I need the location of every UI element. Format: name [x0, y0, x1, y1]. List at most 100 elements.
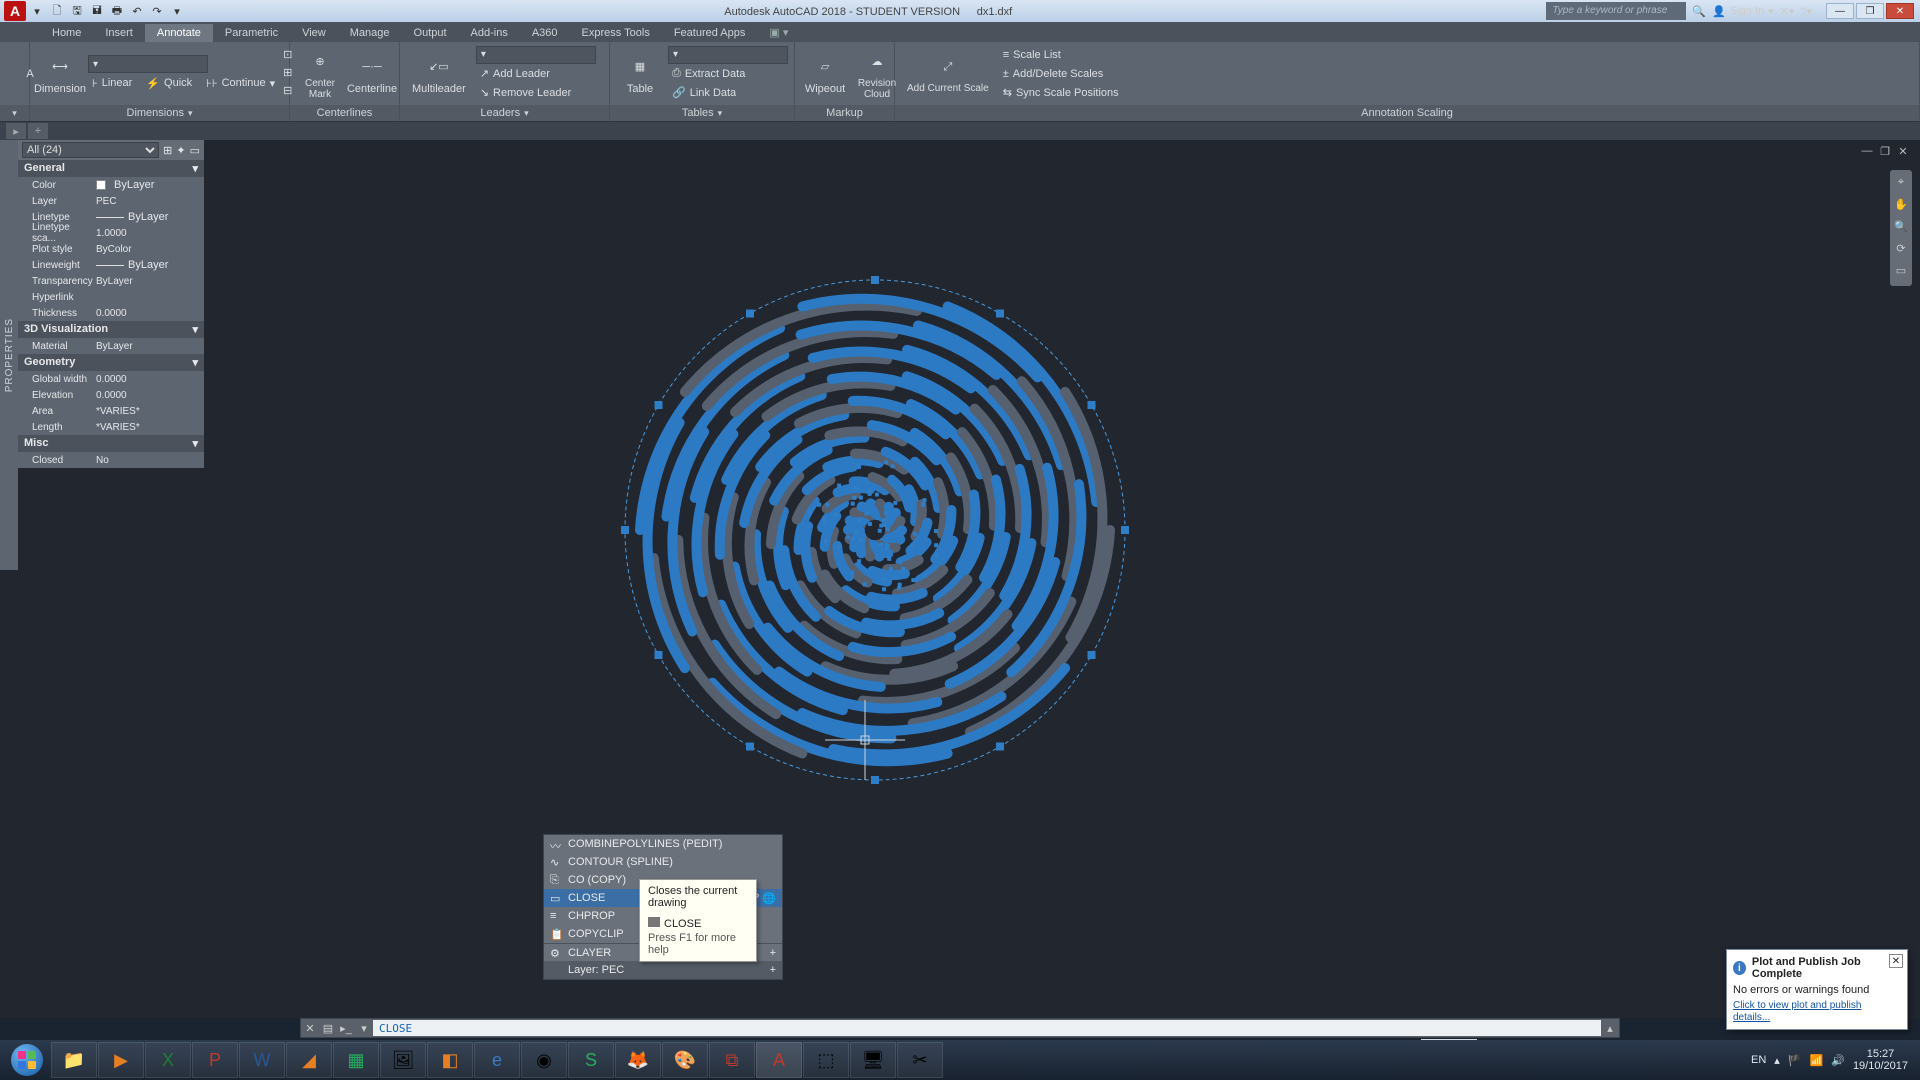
cmd-close-icon[interactable]: ✕ — [301, 1019, 319, 1037]
taskbar-firefox[interactable]: 🦊 — [615, 1042, 661, 1078]
prop-layer-value[interactable]: PEC — [96, 196, 204, 207]
section-geometry[interactable]: Geometry▾ — [18, 354, 204, 371]
prop-closed-value[interactable]: No — [96, 455, 204, 466]
ac-layer-hint[interactable]: Layer: PEC+ — [544, 961, 782, 979]
search-icon[interactable]: 🔍 — [1692, 5, 1706, 18]
taskbar-pdf[interactable]: ⧉ — [709, 1042, 755, 1078]
extract-data-button[interactable]: ⎙Extract Data — [668, 65, 788, 83]
start-button[interactable] — [4, 1042, 50, 1078]
window-maximize-button[interactable]: ❐ — [1856, 3, 1884, 19]
mleaderstyle-dropdown[interactable]: ▾ — [476, 46, 596, 64]
taskbar-media[interactable]: ▶ — [98, 1042, 144, 1078]
ac-item[interactable]: ∿CONTOUR (SPLINE) — [544, 853, 782, 871]
notification-close-button[interactable]: ✕ — [1889, 954, 1903, 968]
remove-leader-button[interactable]: ↘Remove Leader — [476, 84, 596, 102]
taskbar-excel[interactable]: X — [145, 1042, 191, 1078]
cmd-recent-icon[interactable]: ▾ — [355, 1019, 373, 1037]
taskbar-powerpoint[interactable]: P — [192, 1042, 238, 1078]
window-minimize-button[interactable]: — — [1826, 3, 1854, 19]
selection-filter-dropdown[interactable]: All (24) — [22, 142, 159, 158]
prop-elev-value[interactable]: 0.0000 — [96, 390, 204, 401]
taskbar-app6[interactable]: 🖥 — [850, 1042, 896, 1078]
taskbar-explorer[interactable]: 📁 — [51, 1042, 97, 1078]
center-mark-button[interactable]: ⊕Center Mark — [296, 46, 344, 102]
dimstyle-dropdown[interactable]: ▾ — [88, 55, 208, 73]
tablestyle-dropdown[interactable]: ▾ — [668, 46, 788, 64]
taskbar-snip[interactable]: ✂ — [897, 1042, 943, 1078]
qat-saveas-icon[interactable]: 🖬 — [88, 2, 106, 20]
link-data-button[interactable]: 🔗Link Data — [668, 84, 788, 102]
selectobjects-icon[interactable]: ▭ — [190, 144, 200, 157]
nav-showmotion-icon[interactable]: ▭ — [1893, 264, 1909, 280]
nav-pan-icon[interactable]: ✋ — [1893, 198, 1909, 214]
quick-button[interactable]: ⚡Quick — [142, 74, 196, 92]
sign-in-button[interactable]: 👤Sign In▾ — [1712, 5, 1773, 18]
taskbar-paint[interactable]: 🎨 — [662, 1042, 708, 1078]
add-current-scale-button[interactable]: ⤢Add Current Scale — [901, 51, 995, 96]
viewport-maximize-button[interactable]: ❐ — [1878, 144, 1892, 158]
tray-flag-icon[interactable]: 🏴 — [1788, 1054, 1802, 1067]
qat-plot-icon[interactable]: 🖶 — [108, 2, 126, 20]
section-general[interactable]: General▾ — [18, 160, 204, 177]
taskbar-app3[interactable]: ◧ — [427, 1042, 473, 1078]
drawing-canvas[interactable]: — ❐ ✕ ⌖ ✋ 🔍 ⟳ ▭ 〰COMBINEPOLYLIN — [205, 140, 1916, 1018]
qat-more-icon[interactable]: ▾ — [168, 2, 186, 20]
tab-insert[interactable]: Insert — [93, 24, 145, 42]
properties-palette-tab[interactable]: PROPERTIES — [0, 140, 18, 570]
prop-linetype-value[interactable]: ByLayer — [96, 211, 204, 223]
cmd-history-icon[interactable]: ▴ — [1601, 1019, 1619, 1037]
tab-output[interactable]: Output — [402, 24, 459, 42]
taskbar-autocad[interactable]: A — [756, 1042, 802, 1078]
tab-home[interactable]: Home — [40, 24, 93, 42]
prop-color-value[interactable]: ByLayer — [96, 179, 204, 191]
tab-view[interactable]: View — [290, 24, 338, 42]
prop-length-value[interactable]: *VARIES* — [96, 422, 204, 433]
tab-addins[interactable]: Add-ins — [459, 24, 520, 42]
prop-transp-value[interactable]: ByLayer — [96, 276, 204, 287]
prop-area-value[interactable]: *VARIES* — [96, 406, 204, 417]
taskbar-ie[interactable]: e — [474, 1042, 520, 1078]
prop-ltscale-value[interactable]: 1.0000 — [96, 228, 204, 239]
multileader-button[interactable]: ↙▭Multileader — [406, 51, 472, 97]
ac-globe-icon[interactable]: 🌐 — [762, 892, 776, 905]
prop-thickness-value[interactable]: 0.0000 — [96, 308, 204, 319]
tab-annotate[interactable]: Annotate — [145, 24, 213, 42]
tray-clock[interactable]: 15:27 19/10/2017 — [1853, 1048, 1908, 1072]
tray-network-icon[interactable]: 📶 — [1810, 1054, 1824, 1067]
nav-zoom-icon[interactable]: 🔍 — [1893, 220, 1909, 236]
prop-plotstyle-value[interactable]: ByColor — [96, 244, 204, 255]
centerline-button[interactable]: ─·─Centerline — [348, 51, 396, 97]
sync-scales-button[interactable]: ⇆Sync Scale Positions — [999, 84, 1123, 102]
add-leader-button[interactable]: ↗Add Leader — [476, 65, 596, 83]
tab-featured[interactable]: Featured Apps — [662, 24, 758, 42]
taskbar-chrome[interactable]: ◉ — [521, 1042, 567, 1078]
qat-save-icon[interactable]: 🖫 — [68, 2, 86, 20]
tab-a360[interactable]: A360 — [520, 24, 570, 42]
taskbar-word[interactable]: W — [239, 1042, 285, 1078]
tray-chevron-icon[interactable]: ▴ — [1774, 1054, 1780, 1067]
help-search-input[interactable]: Type a keyword or phrase — [1546, 2, 1686, 20]
qat-redo-icon[interactable]: ↷ — [148, 2, 166, 20]
scale-list-button[interactable]: ≡Scale List — [999, 46, 1123, 64]
tray-volume-icon[interactable]: 🔊 — [1831, 1054, 1845, 1067]
viewport-minimize-button[interactable]: — — [1860, 144, 1874, 158]
taskbar-matlab[interactable]: ◢ — [286, 1042, 332, 1078]
taskbar-app2[interactable]: 🖼 — [380, 1042, 426, 1078]
qat-new-icon[interactable]: ▾ — [28, 2, 46, 20]
taskbar-app5[interactable]: ⬚ — [803, 1042, 849, 1078]
wipeout-button[interactable]: ▱Wipeout — [801, 51, 849, 97]
exchange-icon[interactable]: ✕▾ — [1780, 5, 1795, 18]
cmd-customize-icon[interactable]: ▤ — [319, 1019, 337, 1037]
prop-material-value[interactable]: ByLayer — [96, 341, 204, 352]
tab-parametric[interactable]: Parametric — [213, 24, 290, 42]
linear-button[interactable]: ⊦Linear — [88, 74, 136, 92]
nav-fullnav-icon[interactable]: ⌖ — [1893, 176, 1909, 192]
section-misc[interactable]: Misc▾ — [18, 435, 204, 452]
quickselect-icon[interactable]: ⊞ — [163, 144, 172, 157]
window-close-button[interactable]: ✕ — [1886, 3, 1914, 19]
dimension-button[interactable]: ⟷ Dimension — [36, 51, 84, 97]
continue-button[interactable]: ⊦⊦Continue▾ — [202, 74, 279, 92]
tab-add[interactable]: ▣ ▾ — [757, 23, 800, 42]
pickadd-icon[interactable]: ✦ — [176, 144, 185, 157]
command-input[interactable] — [373, 1020, 1601, 1036]
